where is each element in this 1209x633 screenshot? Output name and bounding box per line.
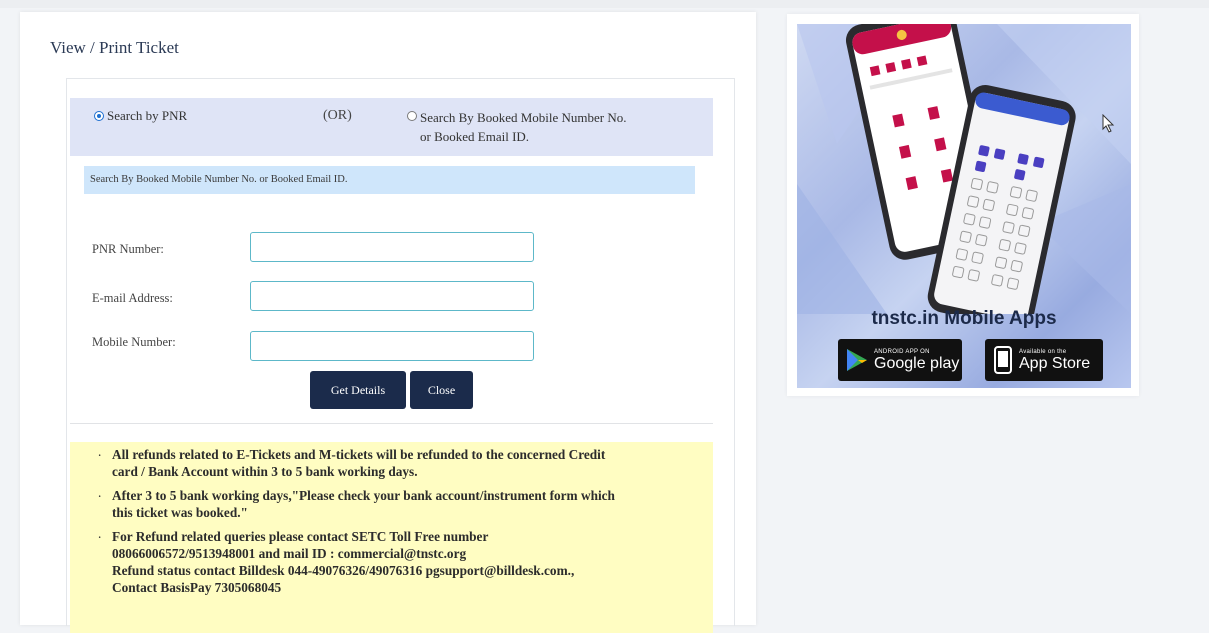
notice-line: card / Bank Account within 3 to 5 bank w… — [112, 464, 418, 479]
search-mode-row: Search by PNR (OR) Search By Booked Mobi… — [70, 98, 713, 156]
notice-line: After 3 to 5 bank working days,"Please c… — [112, 488, 615, 503]
notice-line: this ticket was booked." — [112, 505, 248, 520]
search-by-mobile-label: Search By Booked Mobile Number No. or Bo… — [420, 108, 670, 146]
phones-illustration — [797, 24, 1131, 314]
page-title: View / Print Ticket — [50, 38, 179, 57]
google-play-badge[interactable]: ANDROID APP ON Google play — [838, 339, 962, 381]
view-ticket-panel: View / Print Ticket Search by PNR (OR) S… — [20, 12, 756, 633]
info-bar: Search By Booked Mobile Number No. or Bo… — [84, 166, 695, 194]
refund-notice-item: All refunds related to E-Tickets and M-t… — [98, 443, 701, 480]
google-play-big-text: Google play — [874, 354, 960, 372]
mouse-cursor-icon — [1102, 114, 1115, 133]
pnr-number-input[interactable] — [250, 232, 534, 262]
mobile-number-label: Mobile Number: — [92, 335, 176, 349]
top-strip — [0, 0, 1209, 8]
close-button[interactable]: Close — [410, 371, 473, 409]
pnr-number-label: PNR Number: — [92, 242, 164, 256]
google-play-icon — [847, 349, 867, 371]
app-store-badge[interactable]: Available on the App Store — [985, 339, 1103, 381]
mobile-apps-title: tnstc.in Mobile Apps — [871, 308, 1057, 329]
mobile-number-input[interactable] — [250, 331, 534, 361]
search-by-mobile-radio[interactable]: Search By Booked Mobile Number No. or Bo… — [407, 108, 670, 146]
search-by-pnr-radio[interactable]: Search by PNR — [94, 108, 187, 124]
radio-selected-icon[interactable] — [94, 111, 104, 121]
or-separator: (OR) — [323, 108, 352, 123]
get-details-button[interactable]: Get Details — [310, 371, 406, 409]
radio-unselected-icon[interactable] — [407, 111, 417, 121]
refund-notice-item: After 3 to 5 bank working days,"Please c… — [98, 484, 701, 521]
search-by-mobile-label-line2: or Booked Email ID. — [420, 129, 530, 144]
notice-line: Contact BasisPay 7305068045 — [112, 580, 282, 595]
mobile-apps-banner[interactable]: tnstc.in Mobile Apps ANDROID APP ON Goog… — [797, 24, 1131, 388]
mobile-apps-card: tnstc.in Mobile Apps ANDROID APP ON Goog… — [787, 14, 1139, 396]
divider — [70, 423, 713, 424]
email-address-label: E-mail Address: — [92, 291, 173, 305]
refund-notice: All refunds related to E-Tickets and M-t… — [70, 442, 713, 633]
phone-icon — [994, 346, 1012, 374]
search-by-pnr-label: Search by PNR — [107, 108, 188, 123]
app-store-big-text: App Store — [1019, 354, 1091, 372]
refund-notice-item: For Refund related queries please contac… — [98, 525, 701, 596]
refund-notice-list: All refunds related to E-Tickets and M-t… — [98, 443, 701, 596]
notice-line: For Refund related queries please contac… — [112, 529, 489, 544]
notice-line: Refund status contact Billdesk 044-49076… — [112, 563, 575, 578]
email-address-input[interactable] — [250, 281, 534, 311]
notice-line: 08066006572/9513948001 and mail ID : com… — [112, 546, 467, 561]
notice-line: All refunds related to E-Tickets and M-t… — [112, 447, 606, 462]
search-form: Search by PNR (OR) Search By Booked Mobi… — [66, 78, 735, 633]
search-by-mobile-label-line1: Search By Booked Mobile Number No. — [420, 110, 627, 125]
